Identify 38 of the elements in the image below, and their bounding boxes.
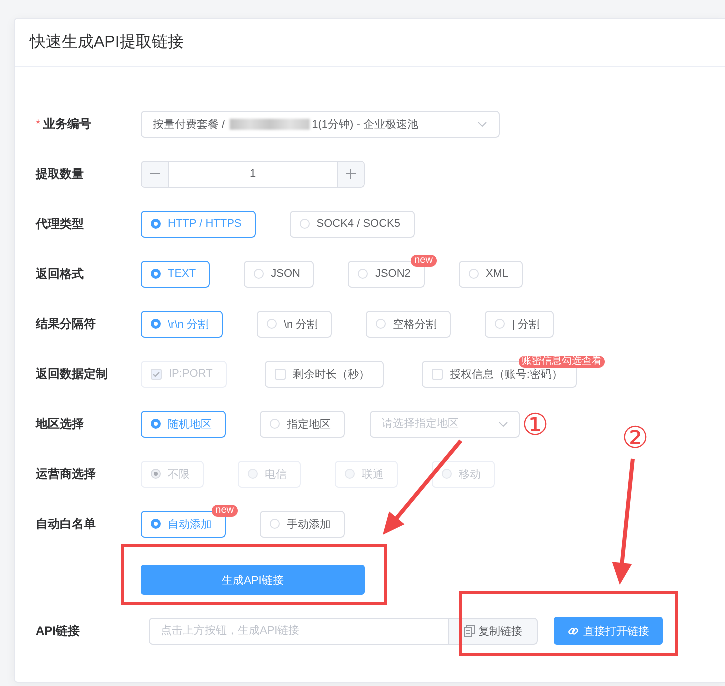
field-label: 结果分隔符 [36,317,96,331]
notice-badge: 账密信息勾选查看 [518,356,605,368]
plus-icon [346,169,356,179]
step-number: ① [522,411,549,441]
radio-option[interactable]: 空格分割 [366,310,452,338]
field-label: 业务编号 [44,117,92,131]
step-number: ② [622,424,649,454]
field-label: 提取数量 [36,167,84,181]
radio-option[interactable]: | 分割 [485,310,554,338]
notice-badge: new [410,254,437,266]
radio-option[interactable]: XML [458,260,523,288]
api-link-field[interactable]: 点击上方按钮，生成API链接 [149,618,449,644]
checkbox-option[interactable]: 剩余时长（秒） [264,360,384,388]
radio-option[interactable]: JSON [244,260,314,288]
card-title: 快速生成API提取链接 [30,32,184,53]
field-label: 地区选择 [36,417,84,431]
field-label: API链接 [36,624,80,638]
notice-badge: new [212,504,238,516]
radio-option[interactable]: 指定地区 [260,410,345,438]
field-label: 自动白名单 [36,517,96,531]
link-icon [568,626,578,636]
required-mark: * [36,117,41,131]
field-label: 返回数据定制 [36,367,108,381]
copy-link-button[interactable]: 复制链接 [449,618,538,644]
quantity-stepper[interactable]: 1 [141,160,365,188]
chevron-down-icon [499,422,508,426]
field-label: 运营商选择 [36,467,96,481]
copy-icon [464,625,474,637]
region-select[interactable]: 请选择指定地区 [370,410,520,438]
radio-option[interactable]: 手动添加 [260,510,345,538]
increment-button[interactable] [337,162,364,186]
radio-option[interactable]: SOCK4 / SOCK5 [290,210,415,238]
field-label: 代理类型 [36,217,84,231]
field-label: 返回格式 [36,267,84,281]
chevron-down-icon [478,122,487,126]
package-select[interactable]: 按量付费套餐 / 1(1分钟) - 企业极速池 [141,110,500,138]
radio-option[interactable]: \n 分割 [256,310,332,338]
minus-icon [150,173,160,175]
